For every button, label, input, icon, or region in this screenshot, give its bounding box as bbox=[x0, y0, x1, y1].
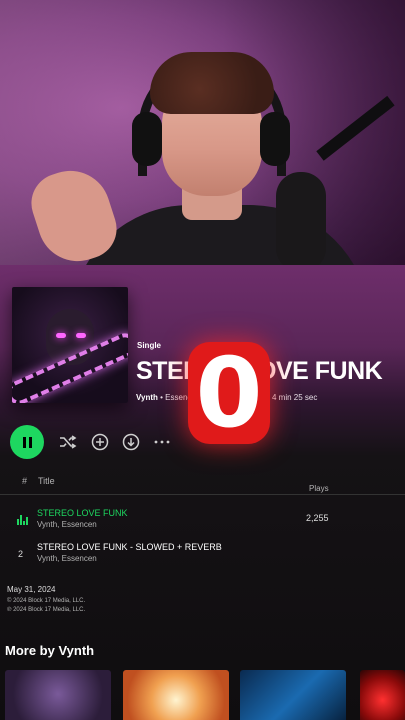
streamer-hair bbox=[150, 52, 274, 114]
track-artists: Vynth, Essencen bbox=[37, 554, 97, 563]
phonogram-line: ℗ 2024 Block 17 Media, LLC. bbox=[7, 607, 86, 613]
download-button[interactable] bbox=[120, 431, 142, 453]
pause-button[interactable] bbox=[10, 425, 44, 459]
more-options-button[interactable] bbox=[151, 431, 173, 453]
track-number: 2 bbox=[18, 549, 24, 559]
pause-icon bbox=[22, 436, 26, 448]
track-title: STEREO LOVE FUNK - SLOWED + REVERB bbox=[37, 542, 222, 552]
more-by-heading: More by Vynth bbox=[5, 643, 95, 658]
more-icon bbox=[154, 440, 170, 444]
album-cover bbox=[12, 287, 128, 403]
counter-overlay: 0 bbox=[188, 342, 270, 444]
column-number: # bbox=[22, 476, 28, 486]
album-thumbnail[interactable] bbox=[123, 670, 229, 720]
shuffle-button[interactable] bbox=[57, 431, 79, 453]
track-row-1[interactable]: STEREO LOVE FUNK Vynth, Essencen 2,255 bbox=[0, 505, 405, 535]
track-row-2[interactable]: 2 STEREO LOVE FUNK - SLOWED + REVERB Vyn… bbox=[0, 539, 405, 569]
column-title: Title bbox=[38, 476, 55, 486]
pause-icon-bar bbox=[28, 436, 32, 448]
equalizer-icon bbox=[17, 515, 29, 525]
track-title: STEREO LOVE FUNK bbox=[37, 508, 128, 518]
release-date: May 31, 2024 bbox=[7, 585, 56, 594]
microphone bbox=[276, 172, 326, 270]
download-icon bbox=[122, 433, 140, 451]
release-duration: 4 min 25 sec bbox=[272, 393, 318, 402]
artist-link[interactable]: Vynth bbox=[136, 393, 158, 402]
add-circle-icon bbox=[91, 433, 109, 451]
cover-eye-right bbox=[76, 333, 86, 338]
album-thumbnail[interactable] bbox=[5, 670, 111, 720]
cover-eye-left bbox=[56, 333, 66, 338]
copyright-line: © 2024 Block 17 Media, LLC. bbox=[7, 598, 86, 604]
column-plays: Plays bbox=[309, 484, 329, 493]
track-artists: Vynth, Essencen bbox=[37, 520, 97, 529]
headphone-earcup-right bbox=[260, 112, 290, 166]
shuffle-icon bbox=[60, 435, 77, 449]
album-thumbnail[interactable] bbox=[240, 670, 346, 720]
album-thumbnail[interactable] bbox=[360, 670, 405, 720]
track-plays: 2,255 bbox=[306, 513, 329, 523]
album-page: Single STEREO LOVE FUNK Vynth • Essencen… bbox=[0, 265, 405, 720]
tracklist-header: # Title Plays bbox=[0, 471, 405, 495]
add-button[interactable] bbox=[89, 431, 111, 453]
webcam-feed bbox=[0, 0, 405, 270]
headphone-earcup-left bbox=[132, 112, 162, 166]
release-type: Single bbox=[137, 341, 162, 350]
